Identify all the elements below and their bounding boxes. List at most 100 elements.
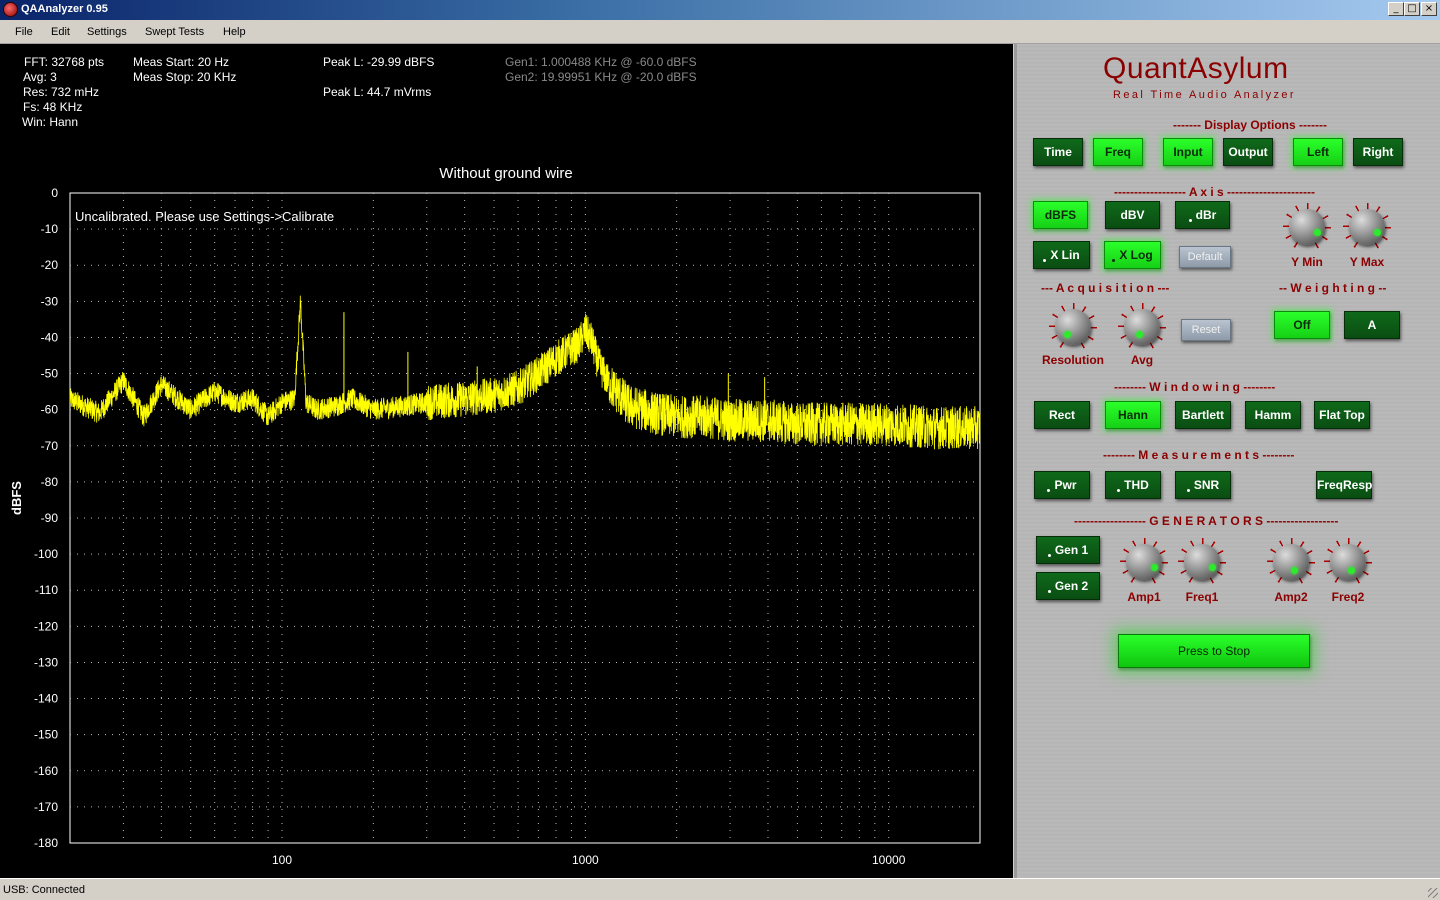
left-channel-button[interactable]: Left: [1293, 138, 1343, 166]
rect-window-button[interactable]: Rect: [1034, 401, 1090, 429]
window-title: QAAnalyzer 0.95: [21, 3, 108, 15]
y-tick-label: -50: [41, 367, 59, 381]
resolution-knob[interactable]: [1049, 303, 1097, 351]
thd-button[interactable]: THD: [1105, 471, 1161, 499]
title-bar: QAAnalyzer 0.95 _ □ ×: [0, 0, 1440, 20]
bartlett-window-button[interactable]: Bartlett: [1175, 401, 1231, 429]
gen1-label: Gen 1: [1054, 543, 1089, 557]
gen1-button[interactable]: Gen 1: [1036, 536, 1100, 564]
control-panel: QuantAsylum Real Time Audio Analyzer ---…: [1014, 44, 1440, 878]
gen2-label: Gen 2: [1054, 579, 1089, 593]
y-max-label: Y Max: [1349, 255, 1385, 269]
measurements-header: -------- M e a s u r e m e n t s -------…: [1103, 448, 1295, 462]
default-button[interactable]: Default: [1179, 246, 1231, 268]
brand-subtitle: Real Time Audio Analyzer: [1113, 89, 1296, 101]
freq2-knob[interactable]: [1324, 538, 1372, 586]
y-tick-label: -140: [34, 692, 58, 706]
y-tick-label: -180: [34, 836, 58, 850]
weighting-header: -- W e i g h t i n g --: [1279, 281, 1387, 295]
menu-bar: File Edit Settings Swept Tests Help: [0, 20, 1440, 44]
dbfs-button[interactable]: dBFS: [1033, 201, 1088, 229]
amp1-label: Amp1: [1127, 590, 1161, 604]
weighting-off-button[interactable]: Off: [1274, 311, 1330, 339]
x-lin-indicator: [1043, 259, 1047, 262]
thd-label: THD: [1124, 478, 1149, 492]
usb-status: USB: Connected: [3, 884, 85, 896]
brand-logo: QuantAsylum: [1103, 52, 1289, 85]
gen1-indicator: [1047, 554, 1051, 557]
hann-window-button[interactable]: Hann: [1105, 401, 1161, 429]
x-tick-label: 10000: [872, 853, 906, 867]
y-tick-label: -160: [34, 764, 58, 778]
close-button[interactable]: ×: [1421, 2, 1437, 16]
y-tick-label: -30: [41, 294, 59, 308]
press-to-stop-button[interactable]: Press to Stop: [1118, 634, 1310, 668]
dbr-button[interactable]: dBr: [1175, 201, 1230, 229]
menu-settings[interactable]: Settings: [87, 26, 127, 38]
x-log-indicator: [1112, 259, 1116, 262]
display-options-header: ------- Display Options -------: [1173, 118, 1327, 132]
y-max-knob[interactable]: [1343, 203, 1391, 251]
spectrum-chart: 0 -10 -20 -30 -40 -50 -60 -70 -80 -90 -100 -110 -120…: [9, 186, 981, 867]
weighting-a-button[interactable]: A: [1344, 311, 1400, 339]
flat-top-window-button[interactable]: Flat Top: [1314, 401, 1370, 429]
y-tick-label: -10: [41, 222, 59, 236]
pwr-label: Pwr: [1054, 478, 1077, 492]
reset-button[interactable]: Reset: [1181, 319, 1231, 341]
dbv-button[interactable]: dBV: [1105, 201, 1160, 229]
menu-swept-tests[interactable]: Swept Tests: [145, 26, 204, 38]
snr-label: SNR: [1193, 478, 1220, 492]
y-tick-label: 0: [51, 186, 58, 200]
amp1-knob[interactable]: [1120, 538, 1168, 586]
y-tick-label: -150: [34, 728, 58, 742]
pwr-button[interactable]: Pwr: [1034, 471, 1090, 499]
menu-edit[interactable]: Edit: [51, 26, 70, 38]
maximize-button[interactable]: □: [1404, 2, 1420, 16]
avg-label: Avg: [1130, 353, 1154, 367]
menu-file[interactable]: File: [15, 26, 33, 38]
y-tick-label: -100: [34, 547, 58, 561]
y-tick-label: -40: [41, 330, 59, 344]
output-button[interactable]: Output: [1223, 138, 1273, 166]
y-tick-label: -20: [41, 258, 59, 272]
spectrum-trace: [69, 295, 981, 450]
y-tick-label: -130: [34, 655, 58, 669]
freq-button[interactable]: Freq: [1093, 138, 1143, 166]
thd-indicator: [1117, 489, 1121, 492]
x-log-button[interactable]: X Log: [1104, 241, 1161, 269]
y-tick-label: -60: [41, 403, 59, 417]
y-min-knob[interactable]: [1283, 203, 1331, 251]
app-icon: [3, 2, 18, 17]
freq1-knob[interactable]: [1178, 538, 1226, 586]
x-log-label: X Log: [1119, 248, 1153, 262]
y-min-label: Y Min: [1291, 255, 1323, 269]
x-tick-label: 100: [272, 853, 292, 867]
x-tick-label: 1000: [572, 853, 599, 867]
minimize-button[interactable]: _: [1388, 2, 1404, 16]
freq2-label: Freq2: [1331, 590, 1365, 604]
y-tick-label: -70: [41, 439, 59, 453]
y-tick-label: -120: [34, 619, 58, 633]
input-button[interactable]: Input: [1163, 138, 1213, 166]
amp2-knob[interactable]: [1267, 538, 1315, 586]
snr-button[interactable]: SNR: [1175, 471, 1231, 499]
menu-help[interactable]: Help: [223, 26, 246, 38]
snr-indicator: [1186, 489, 1190, 492]
freqresp-button[interactable]: FreqResp: [1316, 471, 1372, 499]
x-lin-button[interactable]: X Lin: [1033, 241, 1090, 269]
uncalibrated-message: Uncalibrated. Please use Settings->Calib…: [75, 209, 334, 224]
right-channel-button[interactable]: Right: [1353, 138, 1403, 166]
y-tick-label: -170: [34, 800, 58, 814]
windowing-header: -------- W i n d o w i n g --------: [1114, 380, 1276, 394]
y-tick-label: -90: [41, 511, 59, 525]
avg-knob[interactable]: [1118, 303, 1166, 351]
resize-grip-icon[interactable]: [1428, 888, 1438, 898]
time-button[interactable]: Time: [1033, 138, 1083, 166]
acquisition-header: --- A c q u i s i t i o n ---: [1041, 281, 1170, 295]
pwr-indicator: [1047, 489, 1051, 492]
dbr-indicator: [1188, 219, 1192, 222]
y-axis-label: dBFS: [9, 481, 24, 515]
hamm-window-button[interactable]: Hamm: [1245, 401, 1301, 429]
generators-header: ------------------ G E N E R A T O R S -…: [1074, 514, 1339, 528]
gen2-button[interactable]: Gen 2: [1036, 572, 1100, 600]
